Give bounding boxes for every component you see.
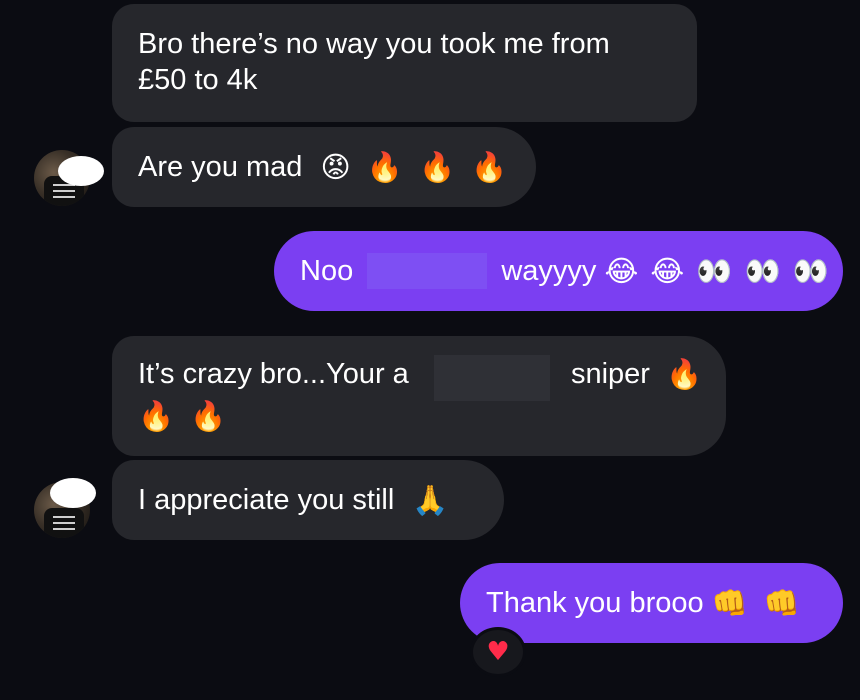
avatar-redaction [58,156,104,186]
message-bubble-incoming[interactable]: Are you mad 😡 🔥 🔥 🔥 [112,127,536,207]
fire-emoji-icon: 🔥 [366,150,403,184]
folded-hands-emoji-icon: 🙏 [412,483,449,517]
eyes-emoji-icon: 👀 [744,254,781,288]
eyes-emoji-icon: 👀 [792,254,829,288]
message-bubble-outgoing[interactable]: Noo wayyyy 😂 😂 👀 👀 👀 [274,231,843,311]
fire-emoji-icon: 🔥 [190,399,227,433]
message-bubble-incoming[interactable]: It’s crazy bro...Your a sniper 🔥 🔥 🔥 [112,336,726,456]
fire-emoji-icon: 🔥 [666,357,703,391]
fire-emoji-icon: 🔥 [418,150,456,184]
redacted-text-block [434,355,550,401]
tears-of-joy-emoji-icon: 😂 [650,254,685,288]
message-bubble-incoming[interactable]: I appreciate you still 🙏 [112,460,504,540]
eyes-emoji-icon: 👀 [696,254,733,288]
reaction-badge[interactable]: ♥ [470,627,526,677]
message-bubble-incoming[interactable]: Bro there’s no way you took me from £50 … [112,4,697,122]
heart-icon: ♥ [486,637,510,667]
tears-of-joy-emoji-icon: 😂 [604,254,639,288]
redacted-text-block [367,253,488,289]
message-text: Bro there’s no way you took me from [138,28,610,60]
message-text: wayyyy [501,255,597,287]
message-text: Are you mad [138,151,303,183]
fire-emoji-icon: 🔥 [138,399,175,433]
fire-emoji-icon: 🔥 [471,150,508,184]
message-bubble-outgoing[interactable]: Thank you brooo 👊 👊 [460,563,843,643]
message-text: sniper [570,358,650,390]
message-text: I appreciate you still [138,484,395,516]
fist-bump-emoji-icon: 👊 [711,586,748,620]
fist-bump-emoji-icon: 👊 [763,586,800,620]
message-text: Thank you brooo [486,587,704,619]
message-text: Noo [300,255,354,287]
message-text: £50 to 4k [138,64,258,96]
angry-face-emoji-icon: 😡 [320,150,351,184]
message-text: It’s crazy bro...Your a [138,358,409,390]
avatar-redaction [50,478,96,508]
